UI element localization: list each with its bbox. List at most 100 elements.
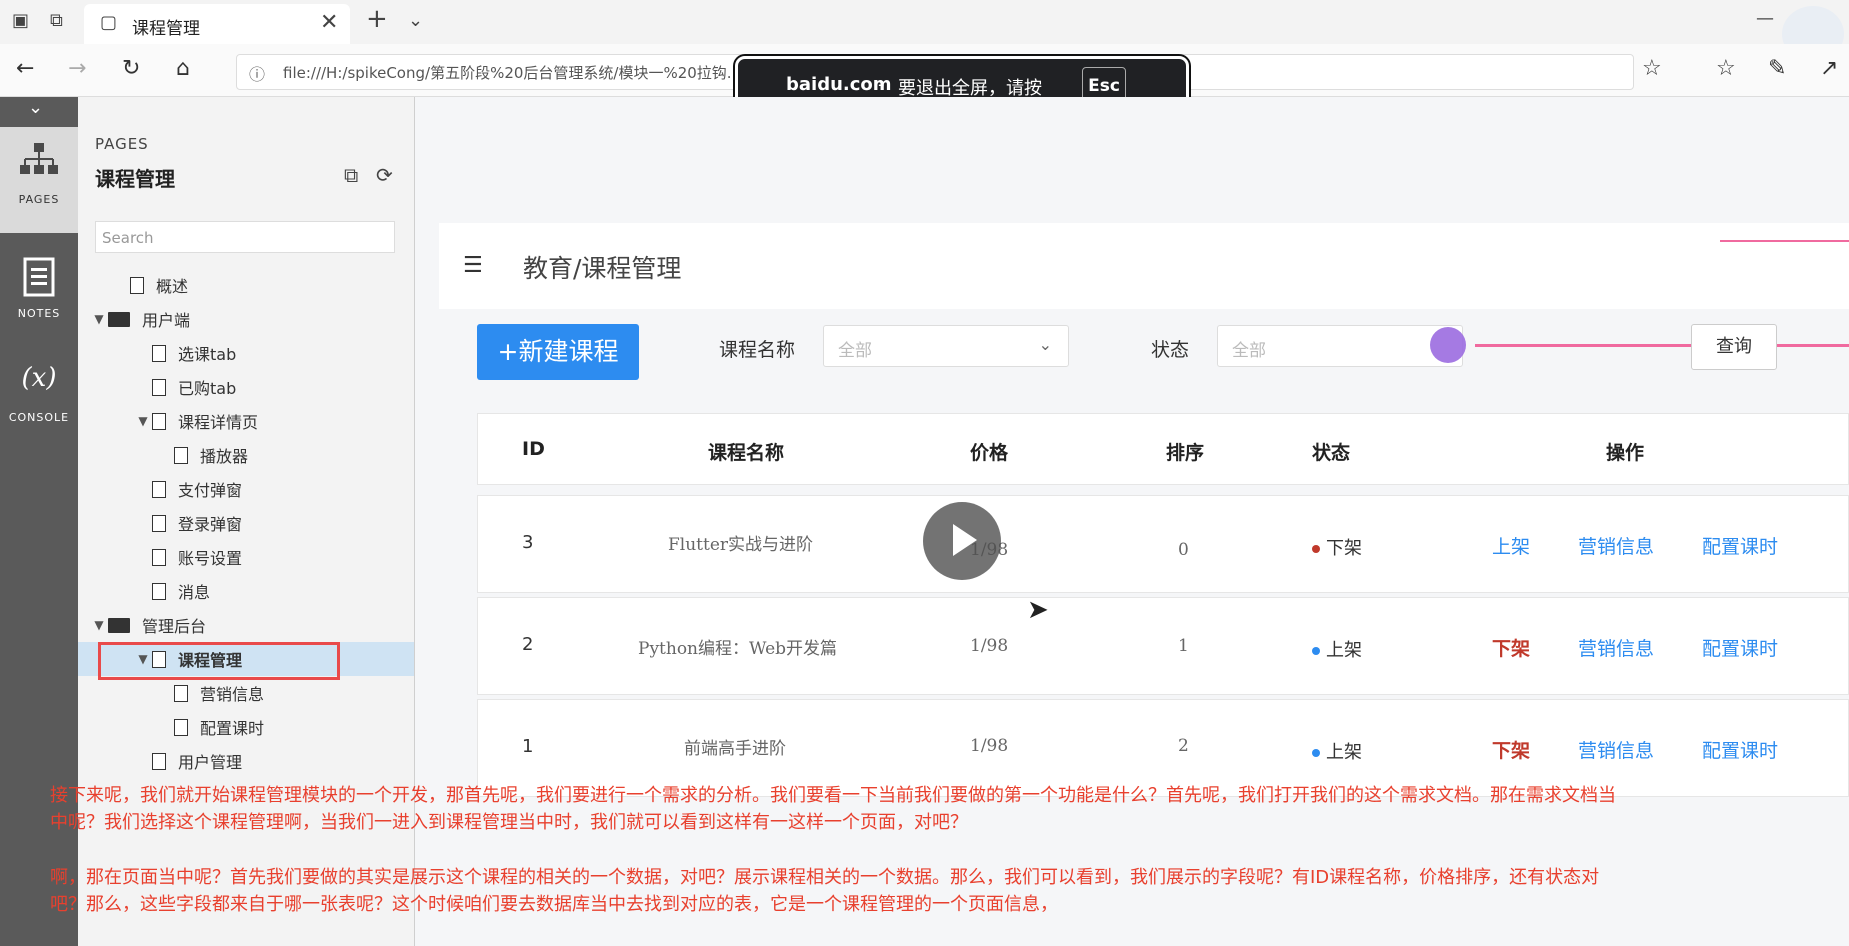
sitemap-item[interactable]: 消息 [78,574,414,608]
marketing-info-link[interactable]: 营销信息 [1578,634,1654,661]
sitemap-item[interactable]: 已购tab [78,370,414,404]
console-tab-label: CONSOLE [8,411,70,424]
expand-triangle-icon[interactable]: ▼ [90,618,108,632]
page-icon: ▢ [100,12,118,33]
back-icon[interactable]: ← [16,56,34,81]
cell-name: 前端高手进阶 [684,739,786,759]
video-play-button[interactable] [923,502,1001,580]
sitemap-item[interactable]: 营销信息 [78,676,414,710]
status-dot [1312,647,1320,655]
sitemap-item-label: 选课tab [178,345,237,364]
home-icon[interactable]: ⌂ [176,56,190,81]
publish-link[interactable]: 上架 [1492,532,1530,559]
table-header: ID 课程名称 价格 排序 状态 操作 [477,413,1849,485]
status-select[interactable]: 全部 [1217,325,1463,367]
console-tab[interactable]: (x) CONSOLE [0,357,78,447]
open-new-window-icon[interactable]: ⧉ [344,163,358,187]
sitemap-item[interactable]: ▼ 课程详情页 [78,404,414,438]
refresh-icon[interactable]: ↻ [122,56,140,81]
notes-tab[interactable]: NOTES [0,247,78,337]
menu-toggle-icon[interactable]: ☰ [463,253,483,278]
favorite-star-icon[interactable]: ☆ [1642,56,1662,81]
tab-list-icon[interactable]: ⌄ [408,10,423,31]
sitemap-item-label: 概述 [156,277,189,296]
sitemap-icon [0,141,78,181]
pages-tab[interactable]: PAGES [0,127,78,233]
configure-lessons-link[interactable]: 配置课时 [1702,532,1778,559]
status-text: 上架 [1326,742,1362,763]
unpublish-link[interactable]: 下架 [1492,736,1530,763]
sitemap-item[interactable]: 概述 [78,268,414,302]
sitemap-item-label: 营销信息 [200,685,265,704]
pen-icon[interactable]: ✎ [1768,56,1786,81]
filter-status-label: 状态 [1151,339,1190,361]
sitemap-item-label: 支付弹窗 [178,481,243,500]
collapse-chevron-icon[interactable]: ⌄ [28,97,43,118]
share-icon[interactable]: ↗ [1820,56,1838,81]
browser-tab[interactable]: ▢ 课程管理 ✕ [84,4,350,44]
cell-sort: 2 [1178,736,1189,756]
cell-name: Flutter实战与进阶 [668,535,814,555]
sitemap-item-label: 课程管理 [178,651,243,670]
status-dot [1312,749,1320,757]
sitemap-item[interactable]: ▼ 用户端 [78,302,414,336]
query-button[interactable]: 查询 [1691,324,1777,370]
page-icon [174,718,188,736]
page-header: ☰ 教育/课程管理 [439,223,1849,309]
sitemap-item-label: 用户端 [142,311,191,330]
tab-title: 课程管理 [132,19,200,39]
configure-lessons-link[interactable]: 配置课时 [1702,736,1778,763]
annotation-marker [1430,327,1466,363]
cell-name: Python编程：Web开发篇 [638,639,838,659]
sitemap-item[interactable]: 播放器 [78,438,414,472]
sitemap-item-label: 管理后台 [142,617,207,636]
forward-icon[interactable]: → [68,56,86,81]
sitemap-item[interactable]: 选课tab [78,336,414,370]
notes-icon [0,257,78,301]
info-icon[interactable]: ⓘ [249,61,265,85]
marketing-info-link[interactable]: 营销信息 [1578,736,1654,763]
marketing-info-link[interactable]: 营销信息 [1578,532,1654,559]
new-course-button[interactable]: +新建课程 [477,324,639,380]
cell-price: 1/98 [970,736,1009,756]
play-icon [953,524,977,556]
sitemap-item[interactable]: 支付弹窗 [78,472,414,506]
status-select-value: 全部 [1232,341,1266,361]
expand-triangle-icon[interactable]: ▼ [90,312,108,326]
sitemap-search-input[interactable]: Search [95,221,395,253]
minimize-icon[interactable]: — [1756,8,1774,29]
page-icon [152,548,166,566]
configure-lessons-link[interactable]: 配置课时 [1702,634,1778,661]
pages-label: PAGES [95,135,149,153]
column-header-status: 状态 [1312,442,1351,464]
page-icon [174,684,188,702]
expand-triangle-icon[interactable]: ▼ [134,414,152,428]
favorites-list-icon[interactable]: ☆ [1716,56,1736,81]
page-icon [152,650,166,668]
page-icon [152,582,166,600]
course-name-select[interactable]: 全部 ⌄ [823,325,1069,367]
locate-page-icon[interactable]: ⟳ [376,163,393,187]
expand-triangle-icon[interactable]: ▼ [134,652,152,666]
sitemap-item-label: 登录弹窗 [178,515,243,534]
mouse-cursor-icon: ➤ [1027,595,1049,625]
table-row: 2 Python编程：Web开发篇 1/98 1 上架 下架 营销信息 配置课时 [477,597,1849,695]
sitemap-item[interactable]: ▼ 课程管理 [78,642,414,676]
console-variable-icon: (x) [21,363,57,393]
tab-close-icon[interactable]: ✕ [320,10,338,35]
sitemap-item[interactable]: 账号设置 [78,540,414,574]
unpublish-link[interactable]: 下架 [1492,634,1530,661]
tab-actions-icon[interactable]: ⧉ [50,10,63,31]
sitemap-tree: 概述 ▼ 用户端 选课tab 已购tab ▼ 课程详情页 播放器 支付弹窗 登录弹窗 账号设置 消息 ▼… [78,268,414,778]
cell-id: 3 [522,532,534,553]
sitemap-item[interactable]: 用户管理 [78,744,414,778]
cell-id: 2 [522,634,534,655]
column-header-price: 价格 [970,442,1009,464]
sitemap-item[interactable]: 登录弹窗 [78,506,414,540]
page-icon [174,446,188,464]
window-menu-icon[interactable]: ▣ [12,10,29,31]
sitemap-item[interactable]: ▼ 管理后台 [78,608,414,642]
cell-sort: 0 [1178,540,1189,560]
sitemap-item[interactable]: 配置课时 [78,710,414,744]
new-tab-button[interactable]: + [366,4,388,34]
